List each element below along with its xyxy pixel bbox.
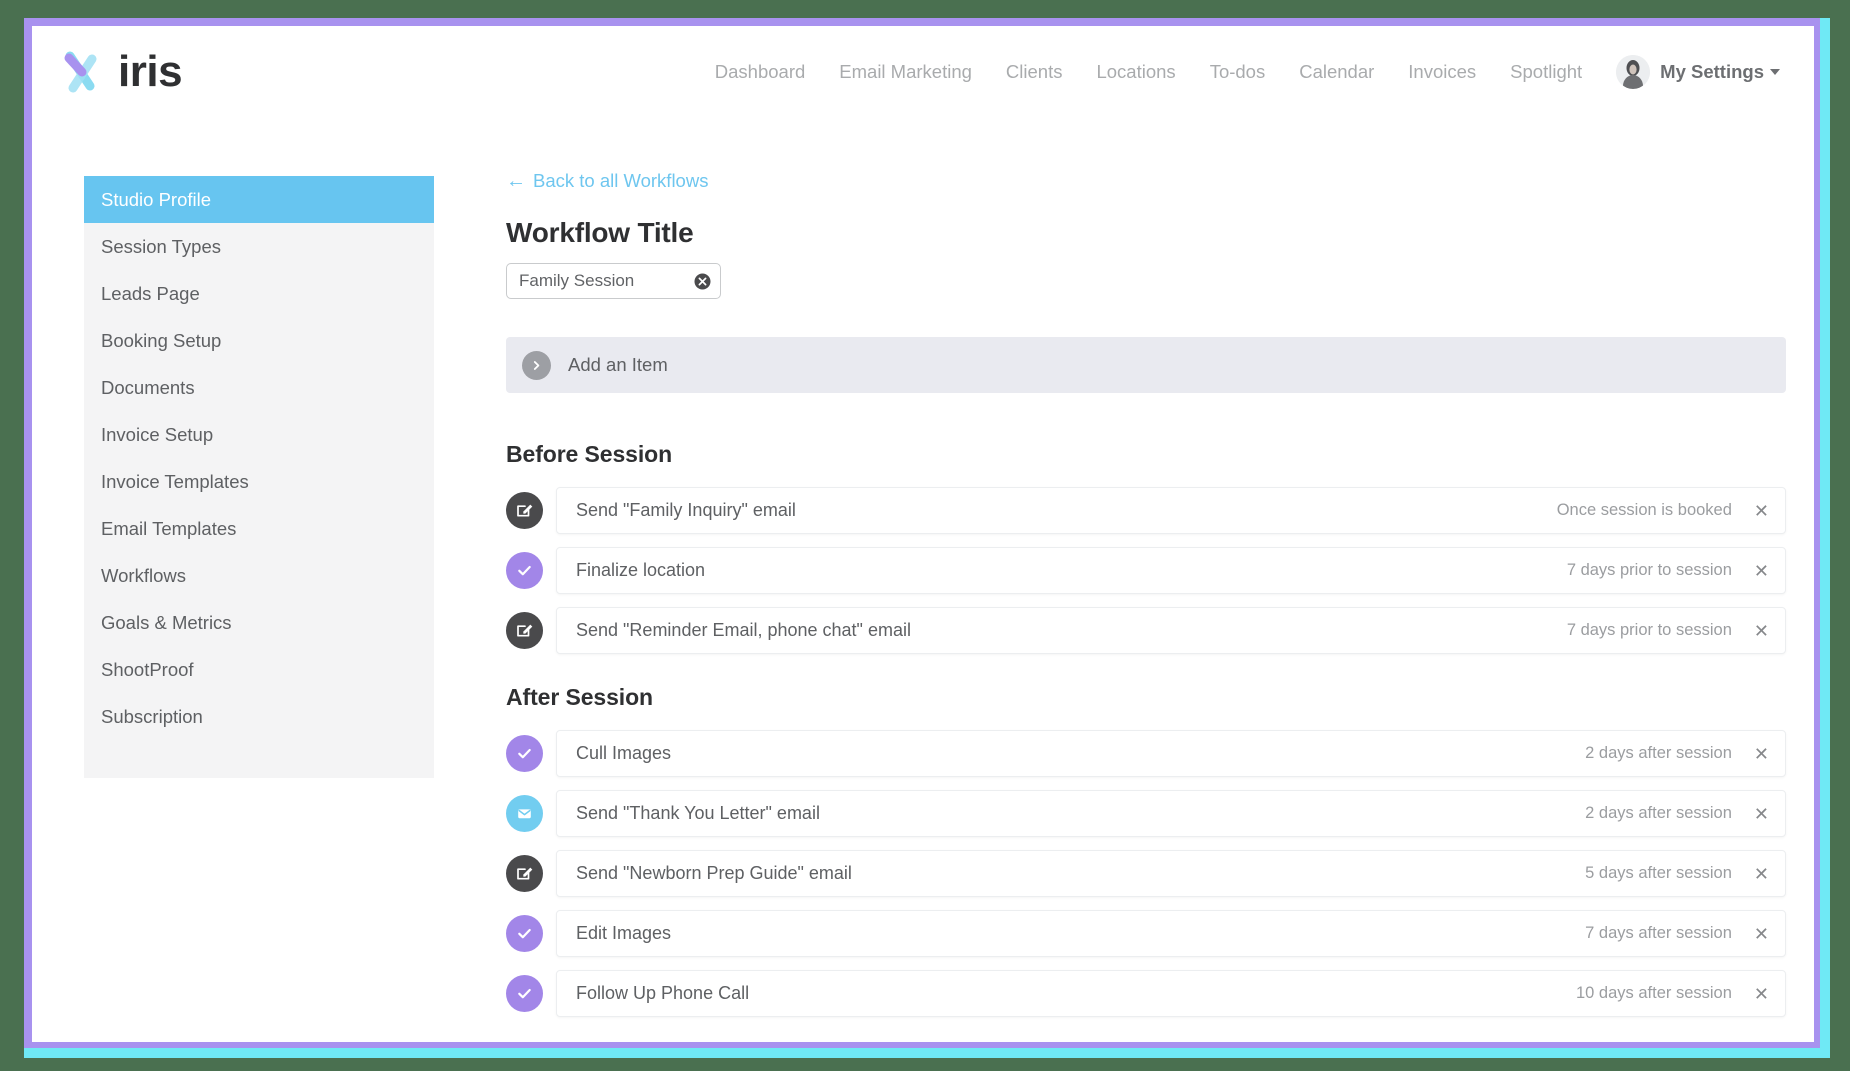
workflow-item-timing: 7 days prior to session	[1566, 621, 1732, 639]
sidebar-item-workflows[interactable]: Workflows	[84, 552, 434, 599]
nav-links: Dashboard Email Marketing Clients Locati…	[698, 55, 1780, 89]
check-icon[interactable]	[506, 552, 543, 589]
page-content: Studio Profile Session Types Leads Page …	[32, 118, 1814, 1030]
clear-icon[interactable]	[694, 273, 711, 290]
workflow-title-field[interactable]: Family Session	[506, 263, 721, 299]
workflow-item-label: Send "Reminder Email, phone chat" email	[576, 620, 911, 640]
workflow-item-card[interactable]: Edit Images 7 days after session ✕	[556, 910, 1786, 957]
workflow-title-value: Family Session	[519, 271, 635, 290]
workflow-item-card[interactable]: Follow Up Phone Call 10 days after sessi…	[556, 970, 1786, 1017]
workflow-item-label: Send "Family Inquiry" email	[576, 500, 796, 520]
my-settings-menu[interactable]: My Settings	[1599, 55, 1780, 89]
sidebar-item-session-types[interactable]: Session Types	[84, 223, 434, 270]
workflow-editor: ← Back to all Workflows Workflow Title F…	[434, 118, 1786, 1030]
check-icon[interactable]	[506, 975, 543, 1012]
nav-link-spotlight[interactable]: Spotlight	[1493, 61, 1599, 83]
workflow-item-card[interactable]: Send "Reminder Email, phone chat" email …	[556, 607, 1786, 654]
sidebar-item-subscription[interactable]: Subscription	[84, 693, 434, 740]
sidebar-item-goals-metrics[interactable]: Goals & Metrics	[84, 599, 434, 646]
iris-logo-wordmark: iris	[118, 47, 183, 96]
remove-item-button[interactable]: ✕	[1754, 745, 1769, 763]
chevron-right-icon	[522, 350, 551, 380]
edit-icon[interactable]	[506, 855, 543, 892]
nav-link-locations[interactable]: Locations	[1079, 61, 1192, 83]
section-after-session: After Session Cull Images 2 days after s…	[506, 684, 1786, 1017]
nav-link-calendar[interactable]: Calendar	[1282, 61, 1391, 83]
workflow-item-card[interactable]: Send "Thank You Letter" email 2 days aft…	[556, 790, 1786, 837]
remove-item-button[interactable]: ✕	[1754, 562, 1769, 580]
workflow-row: Send "Newborn Prep Guide" email 5 days a…	[506, 850, 1786, 897]
workflow-row: Send "Thank You Letter" email 2 days aft…	[506, 790, 1786, 837]
workflow-item-card[interactable]: Send "Family Inquiry" email Once session…	[556, 487, 1786, 534]
workflow-item-timing: 5 days after session	[1585, 864, 1732, 882]
workflow-item-timing: 2 days after session	[1585, 744, 1732, 762]
workflow-item-card[interactable]: Cull Images 2 days after session ✕	[556, 730, 1786, 777]
sidebar-item-email-templates[interactable]: Email Templates	[84, 505, 434, 552]
workflow-row: Finalize location 7 days prior to sessio…	[506, 547, 1786, 594]
workflow-item-label: Send "Newborn Prep Guide" email	[576, 863, 852, 883]
sidebar-item-invoice-setup[interactable]: Invoice Setup	[84, 411, 434, 458]
sidebar-item-shootproof[interactable]: ShootProof	[84, 646, 434, 693]
workflow-item-label: Send "Thank You Letter" email	[576, 803, 820, 823]
edit-icon[interactable]	[506, 492, 543, 529]
workflow-row: Edit Images 7 days after session ✕	[506, 910, 1786, 957]
workflow-item-card[interactable]: Send "Newborn Prep Guide" email 5 days a…	[556, 850, 1786, 897]
workflow-row: Send "Family Inquiry" email Once session…	[506, 487, 1786, 534]
section-heading: After Session	[506, 684, 653, 710]
sidebar-item-studio-profile[interactable]: Studio Profile	[84, 176, 434, 223]
section-before-session: Before Session Send "Family Inquiry" ema…	[506, 441, 1786, 654]
chevron-down-icon	[1770, 69, 1780, 75]
settings-sidebar: Studio Profile Session Types Leads Page …	[84, 176, 434, 778]
workflow-item-label: Follow Up Phone Call	[576, 983, 750, 1003]
iris-logo[interactable]: iris	[56, 46, 183, 98]
arrow-left-icon: ←	[506, 170, 526, 192]
remove-item-button[interactable]: ✕	[1754, 622, 1769, 640]
workflow-item-timing: Once session is booked	[1556, 501, 1732, 519]
check-icon[interactable]	[506, 735, 543, 772]
sidebar-item-documents[interactable]: Documents	[84, 364, 434, 411]
workflow-item-label: Cull Images	[576, 743, 672, 763]
section-heading: Before Session	[506, 441, 673, 467]
nav-link-to-dos[interactable]: To-dos	[1193, 61, 1283, 83]
sidebar-item-invoice-templates[interactable]: Invoice Templates	[84, 458, 434, 505]
remove-item-button[interactable]: ✕	[1754, 925, 1769, 943]
edit-icon[interactable]	[506, 612, 543, 649]
add-item-label: Add an Item	[568, 354, 668, 375]
workflow-item-timing: 10 days after session	[1575, 984, 1732, 1002]
remove-item-button[interactable]: ✕	[1754, 805, 1769, 823]
workflow-row: Cull Images 2 days after session ✕	[506, 730, 1786, 777]
nav-link-dashboard[interactable]: Dashboard	[698, 61, 823, 83]
nav-link-invoices[interactable]: Invoices	[1391, 61, 1493, 83]
workflow-item-timing: 7 days after session	[1585, 924, 1732, 942]
check-icon[interactable]	[506, 915, 543, 952]
nav-link-clients[interactable]: Clients	[989, 61, 1080, 83]
workflow-item-label: Finalize location	[576, 560, 706, 580]
workflow-row: Follow Up Phone Call 10 days after sessi…	[506, 970, 1786, 1017]
window-frame-outer: iris Dashboard Email Marketing Clients L…	[24, 18, 1830, 1058]
back-link-label: Back to all Workflows	[533, 170, 709, 191]
sidebar-item-leads-page[interactable]: Leads Page	[84, 270, 434, 317]
workflow-row: Send "Reminder Email, phone chat" email …	[506, 607, 1786, 654]
remove-item-button[interactable]: ✕	[1754, 865, 1769, 883]
my-settings-label: My Settings	[1660, 61, 1764, 82]
window-frame-inner: iris Dashboard Email Marketing Clients L…	[24, 18, 1820, 1048]
app-viewport: iris Dashboard Email Marketing Clients L…	[32, 26, 1814, 1042]
remove-item-button[interactable]: ✕	[1754, 985, 1769, 1003]
add-item-button[interactable]: Add an Item	[506, 337, 1786, 393]
avatar	[1616, 55, 1651, 89]
workflow-item-timing: 2 days after session	[1585, 804, 1732, 822]
top-navigation-bar: iris Dashboard Email Marketing Clients L…	[32, 26, 1814, 118]
envelope-icon[interactable]	[506, 795, 543, 832]
remove-item-button[interactable]: ✕	[1754, 502, 1769, 520]
sidebar-item-booking-setup[interactable]: Booking Setup	[84, 317, 434, 364]
iris-logo-mark	[64, 51, 97, 93]
page-title: Workflow Title	[506, 217, 694, 248]
workflow-item-card[interactable]: Finalize location 7 days prior to sessio…	[556, 547, 1786, 594]
back-to-all-workflows-link[interactable]: ← Back to all Workflows	[506, 170, 708, 192]
workflow-item-timing: 7 days prior to session	[1566, 561, 1732, 579]
nav-link-email-marketing[interactable]: Email Marketing	[822, 61, 989, 83]
workflow-item-label: Edit Images	[576, 923, 672, 943]
